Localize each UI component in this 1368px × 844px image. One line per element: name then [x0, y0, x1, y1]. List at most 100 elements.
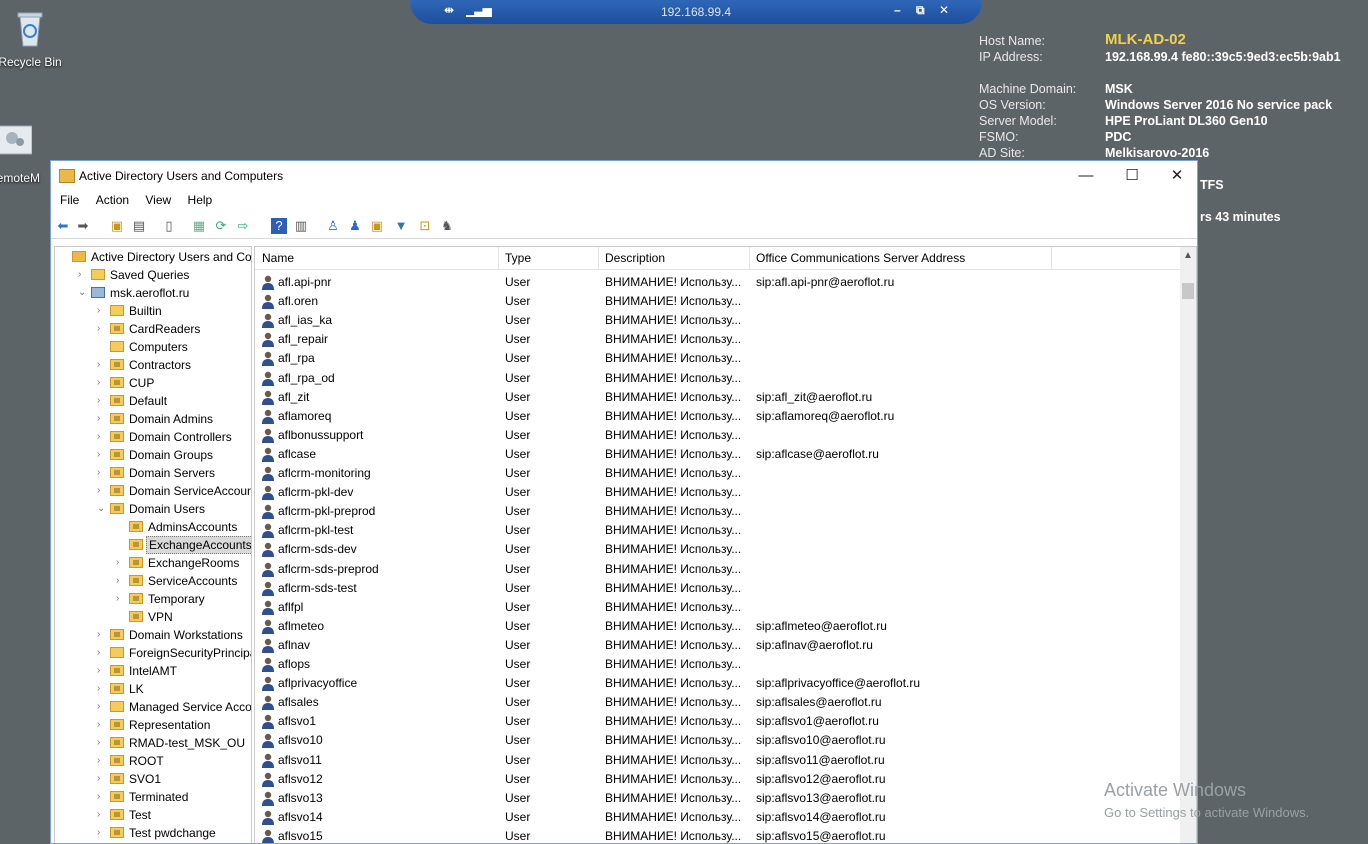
table-row[interactable]: aflsvo12 User ВНИМАНИЕ! Использу... sip:afl…	[255, 770, 1180, 789]
expand-icon[interactable]: ›	[97, 680, 107, 698]
console-icon[interactable]: ▥	[293, 218, 309, 234]
table-row[interactable]: aflsvo11 User ВНИМАНИЕ! Использу... sip:afl…	[255, 751, 1180, 770]
expand-icon[interactable]: ›	[78, 266, 88, 284]
table-row[interactable]: afl_ias_ka User ВНИМАНИЕ! Использу...	[255, 311, 1180, 330]
refresh-icon[interactable]: ⟳	[213, 218, 229, 234]
rdp-restore-icon[interactable]: ⧉	[916, 3, 925, 18]
minimize-button[interactable]: —	[1063, 165, 1109, 187]
menu-action[interactable]: Action	[96, 193, 129, 207]
table-row[interactable]: aflnav User ВНИМАНИЕ! Использу... sip:aflna…	[255, 636, 1180, 655]
expand-icon[interactable]: ›	[97, 716, 107, 734]
table-row[interactable]: aflcrm-sds-preprod User ВНИМАНИЕ! Использу…	[255, 560, 1180, 579]
table-row[interactable]: aflsvo10 User ВНИМАНИЕ! Использу... sip:afl…	[255, 731, 1180, 750]
expand-icon[interactable]: ›	[97, 392, 107, 410]
col-sep[interactable]	[598, 247, 599, 269]
show-tree-icon[interactable]: ▤	[131, 218, 147, 234]
find-icon[interactable]: ⊡	[417, 218, 433, 234]
expand-icon[interactable]: ›	[97, 698, 107, 716]
expand-icon[interactable]: ›	[97, 734, 107, 752]
menu-file[interactable]: File	[60, 193, 79, 207]
table-row[interactable]: aflbonussupport User ВНИМАНИЕ! Использу...	[255, 426, 1180, 445]
expand-icon[interactable]: ›	[97, 320, 107, 338]
table-row[interactable]: aflsvo14 User ВНИМАНИЕ! Использу... sip:afl…	[255, 808, 1180, 827]
title-bar[interactable]: Active Directory Users and Computers — ☐…	[51, 161, 1197, 191]
export-icon[interactable]: ⇨	[235, 218, 251, 234]
expand-icon[interactable]: ›	[97, 302, 107, 320]
expand-icon[interactable]: ›	[97, 464, 107, 482]
table-row[interactable]: aflsvo15 User ВНИМАНИЕ! Использу... sip:afl…	[255, 827, 1180, 843]
table-row[interactable]: aflcase User ВНИМАНИЕ! Использу... sip:aflc…	[255, 445, 1180, 464]
rdp-minimize-icon[interactable]: –	[894, 3, 901, 17]
table-row[interactable]: afl.oren User ВНИМАНИЕ! Использу...	[255, 292, 1180, 311]
table-row[interactable]: afl_rpa User ВНИМАНИЕ! Использу...	[255, 349, 1180, 368]
recycle-bin-icon[interactable]: Recycle Bin	[0, 8, 62, 69]
col-name[interactable]: Name	[262, 251, 294, 265]
table-row[interactable]: aflfpl User ВНИМАНИЕ! Использу...	[255, 598, 1180, 617]
col-sep[interactable]	[1051, 247, 1052, 269]
collapse-icon[interactable]: ⌄	[78, 284, 88, 302]
close-button[interactable]: ✕	[1154, 165, 1197, 187]
table-row[interactable]: afl_zit User ВНИМАНИЕ! Использу... sip:afl_…	[255, 388, 1180, 407]
col-description[interactable]: Description	[605, 251, 665, 265]
table-row[interactable]: aflcrm-sds-test User ВНИМАНИЕ! Использу...	[255, 579, 1180, 598]
forward-icon[interactable]: ➡	[75, 218, 91, 234]
expand-icon[interactable]: ›	[97, 770, 107, 788]
scroll-up-icon[interactable]: ▲	[1183, 250, 1193, 261]
ou-folder-icon	[110, 683, 124, 694]
table-row[interactable]: aflcrm-pkl-dev User ВНИМАНИЕ! Использу...	[255, 483, 1180, 502]
table-row[interactable]: aflsvo13 User ВНИМАНИЕ! Использу... sip:afl…	[255, 789, 1180, 808]
up-folder-icon[interactable]: ▣	[109, 218, 125, 234]
menu-view[interactable]: View	[145, 193, 171, 207]
table-row[interactable]: aflmeteo User ВНИМАНИЕ! Использу... sip:afl…	[255, 617, 1180, 636]
table-row[interactable]: afl.api-pnr User ВНИМАНИЕ! Использу... sip:…	[255, 273, 1180, 292]
table-row[interactable]: aflsvo1 User ВНИМАНИЕ! Использу... sip:afls…	[255, 712, 1180, 731]
maximize-button[interactable]: ☐	[1109, 165, 1155, 187]
properties-icon[interactable]: ▦	[191, 218, 207, 234]
collapse-icon[interactable]: ⌄	[97, 500, 107, 518]
expand-icon[interactable]: ›	[97, 482, 107, 500]
table-row[interactable]: aflcrm-pkl-test User ВНИМАНИЕ! Использу...	[255, 521, 1180, 540]
col-sep[interactable]	[749, 247, 750, 269]
cell-name: afl_rpa_od	[278, 370, 335, 385]
expand-icon[interactable]: ›	[97, 824, 107, 842]
copy-icon[interactable]: ▯	[161, 218, 177, 234]
new-user-icon[interactable]: ♙	[325, 218, 341, 234]
table-row[interactable]: aflcrm-sds-dev User ВНИМАНИЕ! Использу...	[255, 540, 1180, 559]
rdp-close-icon[interactable]: ✕	[939, 3, 949, 17]
expand-icon[interactable]: ›	[116, 590, 126, 608]
table-row[interactable]: aflamoreq User ВНИМАНИЕ! Использу... sip:af…	[255, 407, 1180, 426]
table-row[interactable]: aflops User ВНИМАНИЕ! Использу...	[255, 655, 1180, 674]
col-type[interactable]: Type	[505, 251, 531, 265]
expand-icon[interactable]: ›	[116, 572, 126, 590]
expand-icon[interactable]: ›	[97, 752, 107, 770]
filter-icon[interactable]: ▼	[393, 218, 409, 234]
table-row[interactable]: aflcrm-pkl-preprod User ВНИМАНИЕ! Использу…	[255, 502, 1180, 521]
expand-icon[interactable]: ›	[116, 554, 126, 572]
new-ou-icon[interactable]: ▣	[369, 218, 385, 234]
menu-help[interactable]: Help	[188, 193, 213, 207]
remote-shortcut-icon[interactable]: RemoteM	[0, 124, 46, 185]
expand-icon[interactable]: ›	[97, 446, 107, 464]
vertical-scrollbar[interactable]: ▲	[1180, 247, 1196, 843]
expand-icon[interactable]: ›	[97, 356, 107, 374]
new-group-icon[interactable]: ♟	[347, 218, 363, 234]
expand-icon[interactable]: ›	[97, 428, 107, 446]
expand-icon[interactable]: ›	[97, 374, 107, 392]
expand-icon[interactable]: ›	[97, 626, 107, 644]
add-to-group-icon[interactable]: ♞	[439, 218, 455, 234]
table-row[interactable]: aflprivacyoffice User ВНИМАНИЕ! Использу..…	[255, 674, 1180, 693]
expand-icon[interactable]: ›	[97, 662, 107, 680]
table-row[interactable]: aflcrm-monitoring User ВНИМАНИЕ! Использу.…	[255, 464, 1180, 483]
table-row[interactable]: afl_repair User ВНИМАНИЕ! Использу...	[255, 330, 1180, 349]
table-row[interactable]: aflsales User ВНИМАНИЕ! Использу... sip:afl…	[255, 693, 1180, 712]
help-icon[interactable]: ?	[271, 218, 287, 234]
col-ocs-address[interactable]: Office Communications Server Address	[756, 251, 965, 265]
scroll-thumb[interactable]	[1182, 283, 1194, 299]
expand-icon[interactable]: ›	[97, 644, 107, 662]
expand-icon[interactable]: ›	[97, 788, 107, 806]
col-sep[interactable]	[498, 247, 499, 269]
expand-icon[interactable]: ›	[97, 410, 107, 428]
expand-icon[interactable]: ›	[97, 806, 107, 824]
back-icon[interactable]: ⬅	[55, 218, 71, 234]
table-row[interactable]: afl_rpa_od User ВНИМАНИЕ! Использу...	[255, 369, 1180, 388]
